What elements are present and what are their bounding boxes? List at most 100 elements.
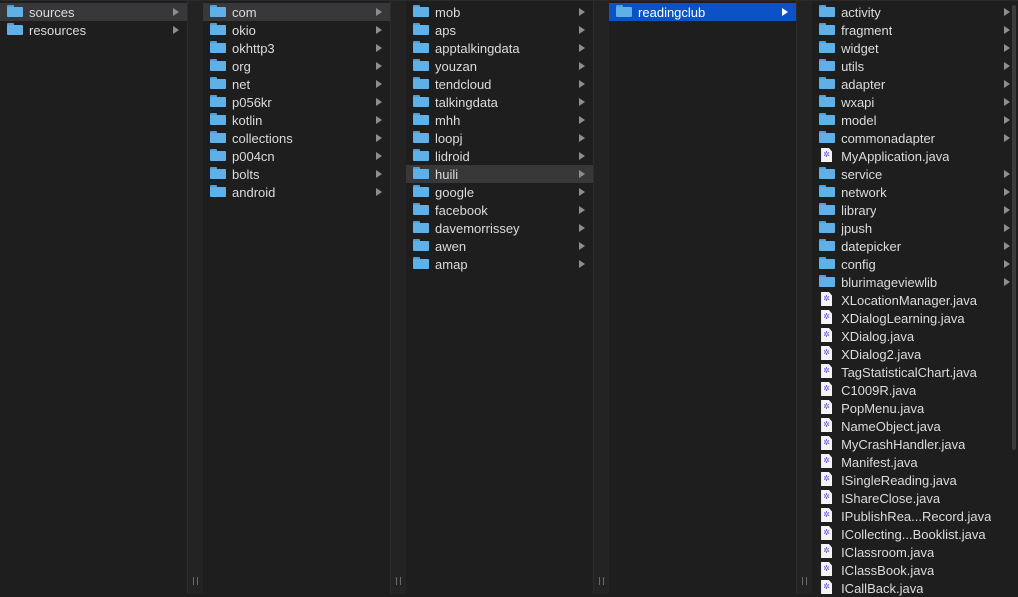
- item-label: apptalkingdata: [435, 40, 520, 56]
- folder-item[interactable]: okhttp3: [203, 39, 390, 57]
- file-item[interactable]: MyApplication.java: [812, 147, 1018, 165]
- item-label: davemorrissey: [435, 220, 520, 236]
- disclosure-arrow-icon: [1004, 224, 1011, 232]
- item-label: blurimageviewlib: [841, 274, 938, 290]
- file-item[interactable]: ICallBack.java: [812, 579, 1018, 597]
- folder-item[interactable]: p004cn: [203, 147, 390, 165]
- folder-item[interactable]: net: [203, 75, 390, 93]
- column-resize-handle-4[interactable]: [797, 0, 813, 594]
- folder-item[interactable]: aps: [406, 21, 593, 39]
- folder-item[interactable]: model: [812, 111, 1018, 129]
- folder-item[interactable]: jpush: [812, 219, 1018, 237]
- disclosure-arrow-icon: [579, 260, 586, 268]
- column-resize-handle-3[interactable]: [594, 0, 610, 594]
- item-label: widget: [841, 40, 879, 56]
- folder-item[interactable]: network: [812, 183, 1018, 201]
- item-label: service: [841, 166, 883, 182]
- folder-item[interactable]: awen: [406, 237, 593, 255]
- disclosure-arrow-icon: [1004, 242, 1011, 250]
- folder-item[interactable]: com: [203, 3, 391, 21]
- file-item[interactable]: IShareClose.java: [812, 489, 1018, 507]
- column-resize-handle-1[interactable]: [188, 0, 204, 594]
- column-2: com okio okhttp3 org net p056kr kotlin collecti…: [203, 0, 392, 594]
- item-label: lidroid: [435, 148, 470, 164]
- file-item[interactable]: IPublishRea...Record.java: [812, 507, 1018, 525]
- file-item[interactable]: Manifest.java: [812, 453, 1018, 471]
- folder-item[interactable]: tendcloud: [406, 75, 593, 93]
- folder-icon: [819, 113, 835, 127]
- java-file-shape: [821, 454, 833, 468]
- folder-item[interactable]: android: [203, 183, 390, 201]
- folder-item[interactable]: amap: [406, 255, 593, 273]
- folder-item[interactable]: collections: [203, 129, 390, 147]
- folder-item[interactable]: lidroid: [406, 147, 593, 165]
- file-item[interactable]: TagStatisticalChart.java: [812, 363, 1018, 381]
- folder-item[interactable]: readingclub: [609, 3, 797, 21]
- java-file-icon: [819, 490, 835, 505]
- folder-item[interactable]: sources: [0, 3, 188, 21]
- file-item[interactable]: NameObject.java: [812, 417, 1018, 435]
- file-item[interactable]: IClassroom.java: [812, 543, 1018, 561]
- folder-item[interactable]: bolts: [203, 165, 390, 183]
- java-file-shape: [821, 526, 833, 540]
- file-item[interactable]: XDialog.java: [812, 327, 1018, 345]
- folder-item[interactable]: loopj: [406, 129, 593, 147]
- file-item[interactable]: C1009R.java: [812, 381, 1018, 399]
- folder-item[interactable]: wxapi: [812, 93, 1018, 111]
- file-item[interactable]: MyCrashHandler.java: [812, 435, 1018, 453]
- folder-item[interactable]: service: [812, 165, 1018, 183]
- file-item[interactable]: ICollecting...Booklist.java: [812, 525, 1018, 543]
- java-file-icon: [819, 364, 835, 379]
- item-label: adapter: [841, 76, 886, 92]
- java-file-shape: [821, 472, 833, 486]
- java-file-shape: [821, 346, 833, 360]
- column-resize-handle-2[interactable]: [391, 0, 407, 594]
- folder-item[interactable]: blurimageviewlib: [812, 273, 1018, 291]
- folder-item[interactable]: org: [203, 57, 390, 75]
- folder-icon: [413, 59, 429, 73]
- folder-item[interactable]: utils: [812, 57, 1018, 75]
- folder-icon: [210, 5, 226, 19]
- file-item[interactable]: PopMenu.java: [812, 399, 1018, 417]
- folder-item[interactable]: davemorrissey: [406, 219, 593, 237]
- java-file-shape: [821, 292, 833, 306]
- folder-item[interactable]: activity: [812, 3, 1018, 21]
- file-item[interactable]: IClassBook.java: [812, 561, 1018, 579]
- folder-item[interactable]: youzan: [406, 57, 593, 75]
- vertical-scrollbar[interactable]: [1012, 5, 1017, 450]
- file-item[interactable]: ISingleReading.java: [812, 471, 1018, 489]
- folder-item[interactable]: kotlin: [203, 111, 390, 129]
- folder-item[interactable]: facebook: [406, 201, 593, 219]
- folder-item[interactable]: resources: [0, 21, 187, 39]
- folder-item[interactable]: datepicker: [812, 237, 1018, 255]
- folder-item[interactable]: mob: [406, 3, 593, 21]
- item-label: IClassroom.java: [841, 544, 935, 560]
- folder-item[interactable]: okio: [203, 21, 390, 39]
- disclosure-arrow-icon: [579, 26, 586, 34]
- disclosure-arrow-icon: [376, 134, 383, 142]
- java-file-shape: [821, 364, 833, 378]
- folder-item[interactable]: google: [406, 183, 593, 201]
- folder-icon: [413, 221, 429, 235]
- disclosure-arrow-icon: [1004, 260, 1011, 268]
- folder-item[interactable]: adapter: [812, 75, 1018, 93]
- folder-icon: [413, 203, 429, 217]
- folder-item[interactable]: apptalkingdata: [406, 39, 593, 57]
- folder-item[interactable]: talkingdata: [406, 93, 593, 111]
- folder-item[interactable]: p056kr: [203, 93, 390, 111]
- file-item[interactable]: XDialogLearning.java: [812, 309, 1018, 327]
- disclosure-arrow-icon: [579, 152, 586, 160]
- folder-item[interactable]: fragment: [812, 21, 1018, 39]
- item-label: collections: [232, 130, 293, 146]
- item-label: fragment: [841, 22, 893, 38]
- folder-item[interactable]: library: [812, 201, 1018, 219]
- java-file-icon: [819, 148, 835, 163]
- file-item[interactable]: XDialog2.java: [812, 345, 1018, 363]
- folder-item[interactable]: widget: [812, 39, 1018, 57]
- folder-item[interactable]: commonadapter: [812, 129, 1018, 147]
- item-label: android: [232, 184, 276, 200]
- folder-item[interactable]: config: [812, 255, 1018, 273]
- folder-item[interactable]: huili: [406, 165, 594, 183]
- folder-item[interactable]: mhh: [406, 111, 593, 129]
- file-item[interactable]: XLocationManager.java: [812, 291, 1018, 309]
